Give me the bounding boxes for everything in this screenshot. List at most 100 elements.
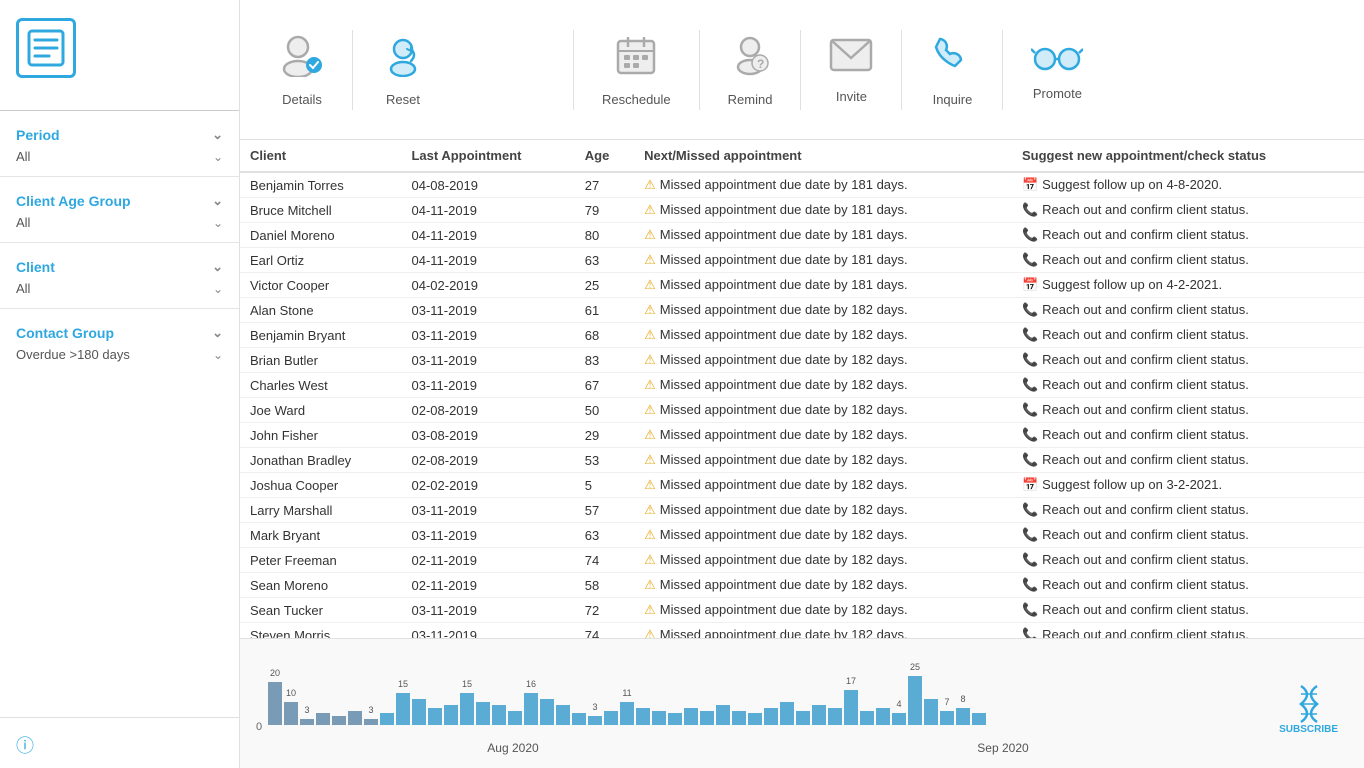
bar[interactable] [620,702,634,725]
bar-group [540,699,554,725]
bar-group [812,705,826,725]
bar-value-label: 7 [944,697,949,707]
bar[interactable] [300,719,314,725]
bar[interactable] [748,713,762,725]
table-row[interactable]: Sean Moreno 02-11-2019 58 ⚠Missed appoin… [240,573,1364,598]
bar[interactable] [444,705,458,725]
table-row[interactable]: Jonathan Bradley 02-08-2019 53 ⚠Missed a… [240,448,1364,473]
suggest-icon: 📞 [1022,377,1038,392]
details-button[interactable]: Details [260,23,344,117]
bar[interactable] [668,713,682,725]
main-content: Details Reset [240,0,1364,768]
bar[interactable] [412,699,426,725]
bar[interactable] [332,716,346,725]
filter-period-title[interactable]: Period ⌄ [16,123,223,147]
filter-client-title[interactable]: Client ⌄ [16,255,223,279]
bar[interactable] [380,713,394,725]
help-icon[interactable]: ⓘ [16,732,34,758]
table-row[interactable]: Benjamin Torres 04-08-2019 27 ⚠Missed ap… [240,172,1364,198]
bar[interactable] [428,708,442,725]
bar[interactable] [764,708,778,725]
bar[interactable] [572,713,586,725]
filter-period-value[interactable]: All ⌄ [16,147,223,168]
bar[interactable] [956,708,970,725]
warning-icon: ⚠ [644,552,656,567]
warning-icon: ⚠ [644,202,656,217]
table-row[interactable]: Victor Cooper 04-02-2019 25 ⚠Missed appo… [240,273,1364,298]
bar[interactable] [476,702,490,725]
bar[interactable] [812,705,826,725]
table-row[interactable]: Daniel Moreno 04-11-2019 80 ⚠Missed appo… [240,223,1364,248]
bar[interactable] [732,711,746,725]
table-row[interactable]: Brian Butler 03-11-2019 83 ⚠Missed appoi… [240,348,1364,373]
bar[interactable] [604,711,618,725]
bar[interactable] [924,699,938,725]
bar-value-label: 11 [622,688,631,698]
bar[interactable] [524,693,538,725]
filter-contact-group-title[interactable]: Contact Group ⌄ [16,321,223,345]
bar-value-label: 3 [368,705,373,715]
invite-button[interactable]: Invite [809,26,893,114]
table-row[interactable]: Sean Tucker 03-11-2019 72 ⚠Missed appoin… [240,598,1364,623]
bar[interactable] [588,716,602,725]
bar[interactable] [876,708,890,725]
bar[interactable] [508,711,522,725]
bar[interactable] [716,705,730,725]
bar[interactable] [684,708,698,725]
filter-period-selected: All [16,149,30,164]
table-row[interactable]: Earl Ortiz 04-11-2019 63 ⚠Missed appoint… [240,248,1364,273]
bar[interactable] [540,699,554,725]
bar-group: 3 [364,719,378,725]
bar[interactable] [284,702,298,725]
bar[interactable] [940,711,954,725]
bar[interactable] [492,705,506,725]
bar[interactable] [908,676,922,725]
bar[interactable] [636,708,650,725]
glasses-icon [1031,38,1083,80]
filter-contact-group-value[interactable]: Overdue >180 days ⌄ [16,345,223,366]
bar[interactable] [268,682,282,725]
table-row[interactable]: Joshua Cooper 02-02-2019 5 ⚠Missed appoi… [240,473,1364,498]
bar[interactable] [860,711,874,725]
table-row[interactable]: Peter Freeman 02-11-2019 74 ⚠Missed appo… [240,548,1364,573]
bar[interactable] [844,690,858,725]
bar[interactable] [652,711,666,725]
table-row[interactable]: Benjamin Bryant 03-11-2019 68 ⚠Missed ap… [240,323,1364,348]
bar[interactable] [348,711,362,725]
table-row[interactable]: Steven Morris 03-11-2019 74 ⚠Missed appo… [240,623,1364,639]
table-row[interactable]: John Fisher 03-08-2019 29 ⚠Missed appoin… [240,423,1364,448]
bar[interactable] [828,708,842,725]
bar[interactable] [556,705,570,725]
bar[interactable] [316,713,330,725]
table-row[interactable]: Charles West 03-11-2019 67 ⚠Missed appoi… [240,373,1364,398]
table-row[interactable]: Larry Marshall 03-11-2019 57 ⚠Missed app… [240,498,1364,523]
bar[interactable] [396,693,410,725]
warning-icon: ⚠ [644,377,656,392]
bar[interactable] [796,711,810,725]
subscribe-dna-button[interactable]: SUBSCRIBE [1279,684,1338,735]
bar[interactable] [364,719,378,725]
bar[interactable] [700,711,714,725]
remind-button[interactable]: ? Remind [708,23,793,117]
table-row[interactable]: Mark Bryant 03-11-2019 63 ⚠Missed appoin… [240,523,1364,548]
cell-client: Daniel Moreno [240,223,401,248]
table-row[interactable]: Alan Stone 03-11-2019 61 ⚠Missed appoint… [240,298,1364,323]
inquire-button[interactable]: Inquire [910,23,994,117]
cell-client: Brian Butler [240,348,401,373]
cell-client: Sean Tucker [240,598,401,623]
filter-client-value[interactable]: All ⌄ [16,279,223,300]
filter-client-age-group-value[interactable]: All ⌄ [16,213,223,234]
filter-client-age-group-title[interactable]: Client Age Group ⌄ [16,189,223,213]
promote-button[interactable]: Promote [1011,28,1103,111]
bar[interactable] [460,693,474,725]
table-row[interactable]: Bruce Mitchell 04-11-2019 79 ⚠Missed app… [240,198,1364,223]
bar[interactable] [972,713,986,725]
reset-button[interactable]: Reset [361,23,445,117]
table-row[interactable]: Joe Ward 02-08-2019 50 ⚠Missed appointme… [240,398,1364,423]
bar[interactable] [892,713,906,725]
bar-group [780,702,794,725]
cell-age: 61 [575,298,634,323]
reschedule-button[interactable]: Reschedule [582,23,691,117]
bar[interactable] [780,702,794,725]
bar-group: 17 [844,690,858,725]
